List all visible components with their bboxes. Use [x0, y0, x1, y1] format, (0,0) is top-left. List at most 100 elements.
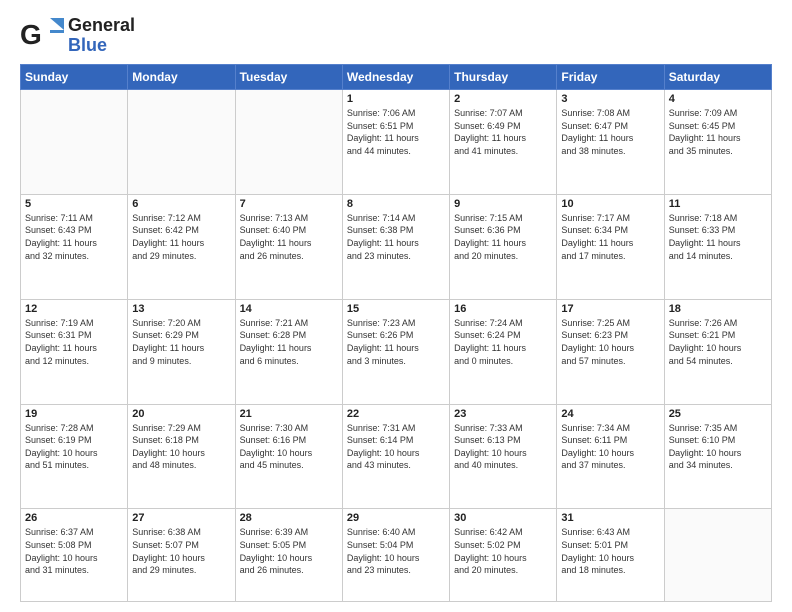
day-number: 10: [561, 198, 659, 210]
table-row: 14Sunrise: 7:21 AMSunset: 6:28 PMDayligh…: [235, 299, 342, 404]
day-detail: Sunrise: 7:24 AMSunset: 6:24 PMDaylight:…: [454, 317, 552, 367]
table-row: 21 Sunrise: 7:30 AMSunset: 6:16 PMDayligh…: [235, 404, 342, 509]
col-thursday: Thursday: [450, 65, 557, 90]
logo-blue-text: Blue: [68, 36, 135, 56]
table-row: 29 Sunrise: 6:40 AMSunset: 5:04 PMDayligh…: [342, 509, 449, 602]
day-detail: Sunrise: 7:23 AMSunset: 6:26 PMDaylight:…: [347, 317, 445, 367]
day-detail: Sunrise: 6:39 AMSunset: 5:05 PMDaylight:…: [240, 526, 338, 576]
day-number: 27: [132, 512, 230, 524]
logo: G General Blue: [20, 16, 135, 56]
page: G General Blue Sunday: [0, 0, 792, 612]
day-detail: Sunrise: 7:08 AMSunset: 6:47 PMDaylight:…: [561, 107, 659, 157]
table-row: 2 Sunrise: 7:07 AMSunset: 6:49 PMDaylight…: [450, 90, 557, 195]
day-number: 6: [132, 198, 230, 210]
day-detail: Sunrise: 7:25 AMSunset: 6:23 PMDaylight:…: [561, 317, 659, 367]
table-row: 13 Sunrise: 7:20 AMSunset: 6:29 PMDayligh…: [128, 299, 235, 404]
day-number: 2: [454, 93, 552, 105]
table-row: 10 Sunrise: 7:17 AMSunset: 6:34 PMDayligh…: [557, 194, 664, 299]
day-detail: Sunrise: 6:38 AMSunset: 5:07 PMDaylight:…: [132, 526, 230, 576]
day-detail: Sunrise: 7:11 AMSunset: 6:43 PMDaylight:…: [25, 212, 123, 262]
header: G General Blue: [20, 16, 772, 56]
calendar-week-row: 26 Sunrise: 6:37 AMSunset: 5:08 PMDayligh…: [21, 509, 772, 602]
day-number: 21: [240, 408, 338, 420]
day-number: 18: [669, 303, 767, 315]
table-row: 25 Sunrise: 7:35 AMSunset: 6:10 PMDayligh…: [664, 404, 771, 509]
col-saturday: Saturday: [664, 65, 771, 90]
day-detail: Sunrise: 7:20 AMSunset: 6:29 PMDaylight:…: [132, 317, 230, 367]
day-number: 16: [454, 303, 552, 315]
day-number: 4: [669, 93, 767, 105]
day-number: 26: [25, 512, 123, 524]
table-row: 31Sunrise: 6:43 AMSunset: 5:01 PMDayligh…: [557, 509, 664, 602]
day-number: 1: [347, 93, 445, 105]
day-number: 14: [240, 303, 338, 315]
day-detail: Sunrise: 7:35 AMSunset: 6:10 PMDaylight:…: [669, 422, 767, 472]
day-detail: Sunrise: 7:12 AMSunset: 6:42 PMDaylight:…: [132, 212, 230, 262]
day-detail: Sunrise: 6:42 AMSunset: 5:02 PMDaylight:…: [454, 526, 552, 576]
day-detail: Sunrise: 7:18 AMSunset: 6:33 PMDaylight:…: [669, 212, 767, 262]
table-row: 20 Sunrise: 7:29 AMSunset: 6:18 PMDayligh…: [128, 404, 235, 509]
day-detail: Sunrise: 7:17 AMSunset: 6:34 PMDaylight:…: [561, 212, 659, 262]
table-row: 12Sunrise: 7:19 AMSunset: 6:31 PMDayligh…: [21, 299, 128, 404]
table-row: [128, 90, 235, 195]
col-monday: Monday: [128, 65, 235, 90]
day-number: 11: [669, 198, 767, 210]
day-detail: Sunrise: 7:34 AMSunset: 6:11 PMDaylight:…: [561, 422, 659, 472]
day-number: 15: [347, 303, 445, 315]
table-row: 15 Sunrise: 7:23 AMSunset: 6:26 PMDayligh…: [342, 299, 449, 404]
table-row: 26 Sunrise: 6:37 AMSunset: 5:08 PMDayligh…: [21, 509, 128, 602]
calendar-week-row: 1 Sunrise: 7:06 AMSunset: 6:51 PMDaylight…: [21, 90, 772, 195]
day-number: 7: [240, 198, 338, 210]
day-detail: Sunrise: 7:15 AMSunset: 6:36 PMDaylight:…: [454, 212, 552, 262]
table-row: 16 Sunrise: 7:24 AMSunset: 6:24 PMDayligh…: [450, 299, 557, 404]
table-row: 19 Sunrise: 7:28 AMSunset: 6:19 PMDayligh…: [21, 404, 128, 509]
col-tuesday: Tuesday: [235, 65, 342, 90]
day-detail: Sunrise: 7:31 AMSunset: 6:14 PMDaylight:…: [347, 422, 445, 472]
day-detail: Sunrise: 6:37 AMSunset: 5:08 PMDaylight:…: [25, 526, 123, 576]
day-detail: Sunrise: 7:13 AMSunset: 6:40 PMDaylight:…: [240, 212, 338, 262]
table-row: 6 Sunrise: 7:12 AMSunset: 6:42 PMDaylight…: [128, 194, 235, 299]
day-number: 20: [132, 408, 230, 420]
table-row: 17 Sunrise: 7:25 AMSunset: 6:23 PMDayligh…: [557, 299, 664, 404]
day-number: 17: [561, 303, 659, 315]
day-detail: Sunrise: 7:28 AMSunset: 6:19 PMDaylight:…: [25, 422, 123, 472]
table-row: 9Sunrise: 7:15 AMSunset: 6:36 PMDaylight…: [450, 194, 557, 299]
day-number: 28: [240, 512, 338, 524]
day-number: 19: [25, 408, 123, 420]
col-friday: Friday: [557, 65, 664, 90]
day-number: 25: [669, 408, 767, 420]
day-detail: Sunrise: 7:33 AMSunset: 6:13 PMDaylight:…: [454, 422, 552, 472]
table-row: 28 Sunrise: 6:39 AMSunset: 5:05 PMDayligh…: [235, 509, 342, 602]
day-detail: Sunrise: 7:30 AMSunset: 6:16 PMDaylight:…: [240, 422, 338, 472]
day-number: 29: [347, 512, 445, 524]
day-number: 13: [132, 303, 230, 315]
day-detail: Sunrise: 7:07 AMSunset: 6:49 PMDaylight:…: [454, 107, 552, 157]
day-number: 23: [454, 408, 552, 420]
table-row: 27 Sunrise: 6:38 AMSunset: 5:07 PMDayligh…: [128, 509, 235, 602]
day-detail: Sunrise: 7:29 AMSunset: 6:18 PMDaylight:…: [132, 422, 230, 472]
svg-text:G: G: [20, 19, 42, 50]
logo-icon: G: [20, 16, 64, 56]
logo-general-text: General: [68, 16, 135, 36]
table-row: [664, 509, 771, 602]
day-number: 30: [454, 512, 552, 524]
day-detail: Sunrise: 6:43 AMSunset: 5:01 PMDaylight:…: [561, 526, 659, 576]
table-row: 22 Sunrise: 7:31 AMSunset: 6:14 PMDayligh…: [342, 404, 449, 509]
table-row: 5 Sunrise: 7:11 AMSunset: 6:43 PMDaylight…: [21, 194, 128, 299]
day-detail: Sunrise: 6:40 AMSunset: 5:04 PMDaylight:…: [347, 526, 445, 576]
day-detail: Sunrise: 7:26 AMSunset: 6:21 PMDaylight:…: [669, 317, 767, 367]
table-row: 4Sunrise: 7:09 AMSunset: 6:45 PMDaylight…: [664, 90, 771, 195]
table-row: 18 Sunrise: 7:26 AMSunset: 6:21 PMDayligh…: [664, 299, 771, 404]
table-row: [21, 90, 128, 195]
table-row: 23 Sunrise: 7:33 AMSunset: 6:13 PMDayligh…: [450, 404, 557, 509]
calendar-table: Sunday Monday Tuesday Wednesday Thursday…: [20, 64, 772, 602]
col-wednesday: Wednesday: [342, 65, 449, 90]
day-number: 5: [25, 198, 123, 210]
table-row: [235, 90, 342, 195]
table-row: 7 Sunrise: 7:13 AMSunset: 6:40 PMDaylight…: [235, 194, 342, 299]
table-row: 3Sunrise: 7:08 AMSunset: 6:47 PMDaylight…: [557, 90, 664, 195]
day-number: 22: [347, 408, 445, 420]
day-detail: Sunrise: 7:06 AMSunset: 6:51 PMDaylight:…: [347, 107, 445, 157]
table-row: 11 Sunrise: 7:18 AMSunset: 6:33 PMDayligh…: [664, 194, 771, 299]
table-row: 8Sunrise: 7:14 AMSunset: 6:38 PMDaylight…: [342, 194, 449, 299]
